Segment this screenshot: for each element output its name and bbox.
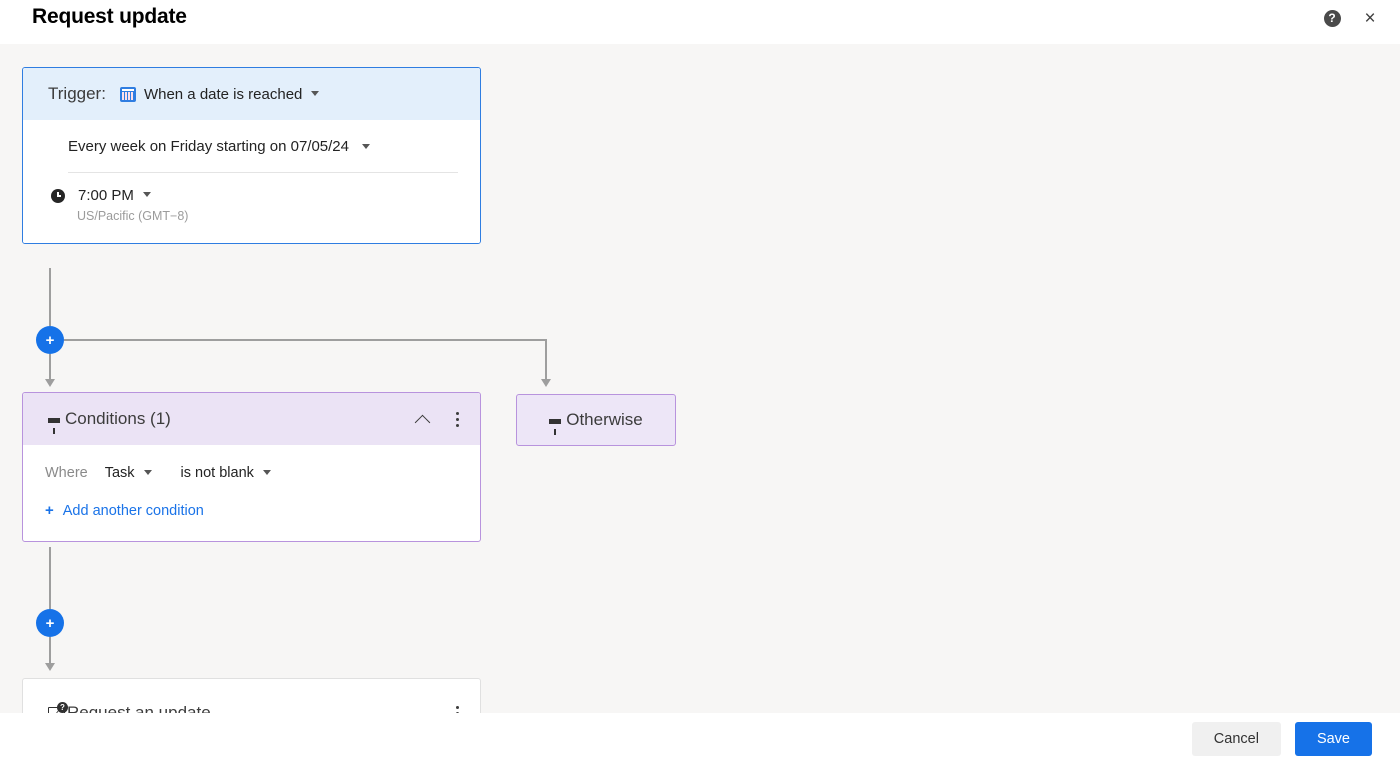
trigger-card[interactable]: Trigger: When a date is reached Every we… <box>22 67 481 244</box>
trigger-timezone: US/Pacific (GMT−8) <box>77 209 189 223</box>
action-card[interactable]: ? Request an update <box>22 678 481 713</box>
arrow-down-icon <box>45 379 55 387</box>
workflow-canvas: Trigger: When a date is reached Every we… <box>0 44 1400 713</box>
chevron-down-icon[interactable] <box>262 469 271 475</box>
save-button[interactable]: Save <box>1294 722 1372 756</box>
plus-icon: + <box>45 331 55 349</box>
calendar-icon <box>119 86 136 102</box>
trigger-recurrence-value: Every week on Friday starting on 07/05/2… <box>68 138 349 155</box>
help-circle-icon: ? <box>1323 9 1341 27</box>
connector-branch-to-otherwise <box>545 339 547 381</box>
plus-icon: + <box>45 614 55 632</box>
conditions-title: Conditions (1) <box>65 409 171 428</box>
trigger-time-row[interactable]: 7:00 PM <box>23 173 480 204</box>
header-actions: ? × <box>1320 6 1382 30</box>
close-icon: × <box>1364 7 1376 29</box>
chevron-down-icon[interactable] <box>311 90 320 96</box>
page-title: Request update <box>32 5 187 28</box>
question-badge: ? <box>57 702 68 713</box>
connector-conditions-to-add <box>49 547 51 609</box>
trigger-type-value[interactable]: When a date is reached <box>144 86 302 103</box>
kebab-menu-icon[interactable] <box>448 409 466 429</box>
conditions-header: Conditions (1) <box>23 393 480 445</box>
conditions-card[interactable]: Conditions (1) Where Task is not blank +… <box>22 392 481 542</box>
chevron-down-icon[interactable] <box>143 469 152 475</box>
action-title: Request an update <box>67 703 211 713</box>
otherwise-card[interactable]: Otherwise <box>516 394 676 446</box>
arrow-down-icon <box>45 663 55 671</box>
add-step-after-trigger-button[interactable]: + <box>36 326 64 354</box>
kebab-dot <box>455 411 459 415</box>
connector-trigger-to-add <box>49 268 51 326</box>
condition-operator-value[interactable]: is not blank <box>181 465 254 481</box>
close-button[interactable]: × <box>1358 6 1382 30</box>
plus-icon: + <box>45 502 54 519</box>
clock-icon <box>51 188 65 203</box>
arrow-down-icon <box>541 379 551 387</box>
condition-where-label: Where <box>45 465 88 481</box>
kebab-dot <box>455 423 459 427</box>
cancel-button[interactable]: Cancel <box>1191 722 1281 756</box>
trigger-recurrence-row[interactable]: Every week on Friday starting on 07/05/2… <box>23 120 480 172</box>
condition-field-value[interactable]: Task <box>105 465 135 481</box>
chevron-down-icon[interactable] <box>362 143 371 149</box>
connector-add-to-conditions <box>49 354 51 382</box>
dialog-footer: Cancel Save <box>0 713 1400 765</box>
help-button[interactable]: ? <box>1320 6 1344 30</box>
add-step-after-conditions-button[interactable]: + <box>36 609 64 637</box>
add-another-condition-button[interactable]: + Add another condition <box>23 481 480 541</box>
chevron-up-icon[interactable] <box>414 414 431 430</box>
otherwise-label: Otherwise <box>566 410 643 429</box>
kebab-menu-icon[interactable] <box>448 703 466 713</box>
filter-icon <box>549 418 562 435</box>
trigger-body: Every week on Friday starting on 07/05/2… <box>23 120 480 243</box>
connector-add-to-action <box>49 637 51 665</box>
chevron-down-icon[interactable] <box>142 192 151 197</box>
trigger-time-value: 7:00 PM <box>78 187 134 204</box>
kebab-dot <box>455 417 459 421</box>
add-another-condition-label: Add another condition <box>62 502 204 519</box>
kebab-dot <box>455 705 459 709</box>
filter-icon <box>48 417 60 434</box>
connector-branch-horizontal <box>64 339 546 341</box>
trigger-header: Trigger: When a date is reached <box>23 68 480 120</box>
condition-row: Where Task is not blank <box>23 445 480 481</box>
trigger-label: Trigger: <box>48 84 106 103</box>
dialog-header: Request update ? × <box>0 0 1400 44</box>
